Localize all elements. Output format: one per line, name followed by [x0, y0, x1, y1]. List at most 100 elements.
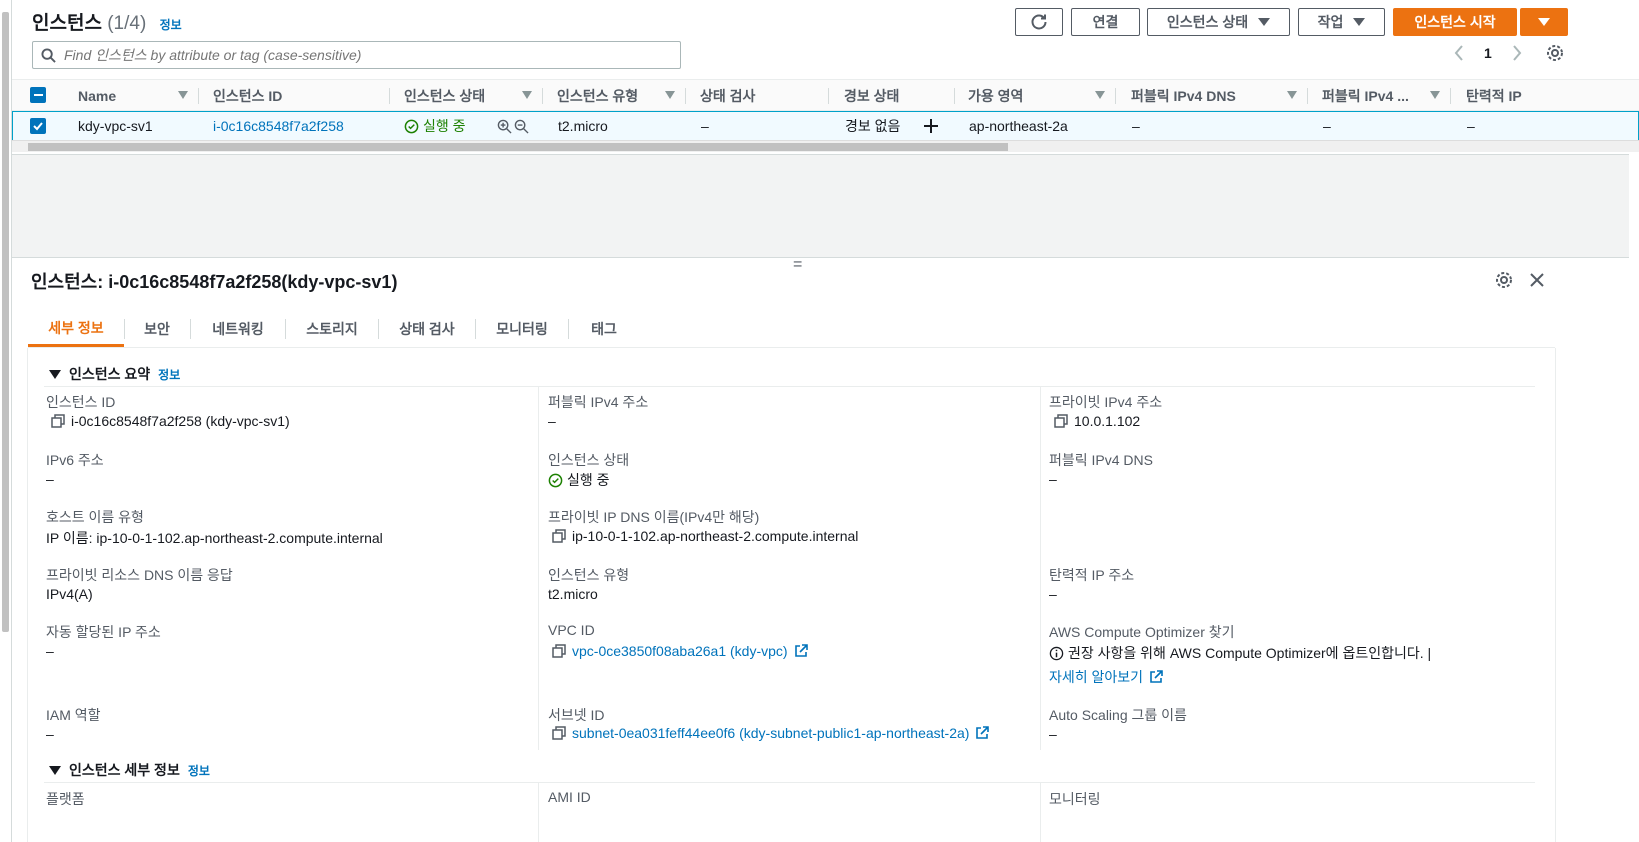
tab-tags[interactable]: 태그	[569, 311, 639, 347]
panel-splitter[interactable]	[12, 257, 1629, 258]
vpc-id-link[interactable]: vpc-0ce3850f08aba26a1 (kdy-vpc)	[572, 643, 788, 659]
row-checkbox[interactable]	[30, 118, 46, 134]
elastic-ip-value: –	[1049, 586, 1057, 602]
column-divider[interactable]	[954, 88, 955, 104]
column-divider[interactable]	[198, 88, 199, 104]
column-header-availability-zone[interactable]: 가용 영역	[968, 80, 1115, 112]
column-divider[interactable]	[389, 88, 390, 104]
subnet-id-link[interactable]: subnet-0ea031feff44ee0f6 (kdy-subnet-pub…	[572, 725, 969, 741]
column-header-public-ipv4[interactable]: 퍼블릭 IPv4 ...	[1322, 80, 1450, 112]
check-icon	[33, 122, 43, 131]
column-header-alarm-status[interactable]: 경보 상태	[844, 80, 954, 112]
column-header-instance-state[interactable]: 인스턴스 상태	[404, 80, 542, 112]
chevron-left-icon[interactable]	[1454, 45, 1464, 61]
external-link-icon[interactable]	[794, 644, 808, 658]
cell-instance-id-link[interactable]: i-0c16c8548f7a2f258	[213, 112, 344, 140]
column-divider[interactable]	[828, 88, 829, 104]
outer-scrollbar[interactable]	[0, 0, 12, 842]
tab-networking[interactable]: 네트워킹	[191, 311, 285, 347]
horizontal-scrollbar-thumb[interactable]	[28, 143, 1008, 151]
empty-table-area	[12, 154, 1629, 257]
sort-icon[interactable]	[1287, 91, 1297, 99]
column-label: 인스턴스 상태	[404, 88, 486, 104]
actions-dropdown-label: 작업	[1317, 14, 1344, 30]
add-alarm-button[interactable]	[923, 112, 939, 140]
cell-alarm-status: 경보 없음	[845, 118, 901, 134]
column-divider	[538, 783, 539, 842]
instance-details-toggle[interactable]: 인스턴스 세부 정보 정보	[49, 760, 210, 780]
learn-more-link[interactable]: 자세히 알아보기	[1049, 667, 1163, 687]
refresh-button[interactable]	[1015, 8, 1063, 36]
column-divider[interactable]	[1450, 88, 1451, 104]
settings-icon[interactable]	[1546, 44, 1564, 62]
sort-icon[interactable]	[1095, 91, 1105, 99]
table-horizontal-scrollbar[interactable]	[12, 140, 1639, 152]
subnet-id-value: subnet-0ea031feff44ee0f6 (kdy-subnet-pub…	[552, 725, 990, 741]
sort-icon[interactable]	[1430, 91, 1440, 99]
column-header-instance-id[interactable]: 인스턴스 ID	[213, 80, 389, 112]
sort-icon[interactable]	[178, 91, 188, 99]
column-header-status-check[interactable]: 상태 검사	[700, 80, 828, 112]
column-divider[interactable]	[1115, 88, 1116, 104]
column-label: 퍼블릭 IPv4 DNS	[1131, 88, 1236, 104]
column-header-name[interactable]: Name	[78, 80, 198, 112]
public-ipv4-value: –	[548, 413, 556, 429]
column-divider[interactable]	[1307, 88, 1308, 104]
instance-summary-toggle[interactable]: 인스턴스 요약 정보	[49, 364, 180, 384]
instance-state-dropdown-label: 인스턴스 상태	[1166, 14, 1249, 30]
zoom-out-icon[interactable]	[514, 119, 529, 134]
actions-dropdown[interactable]: 작업	[1298, 8, 1385, 36]
instance-state-dropdown[interactable]: 인스턴스 상태	[1147, 8, 1290, 36]
select-all-checkbox[interactable]	[30, 87, 46, 103]
column-header-elastic-ip[interactable]: 탄력적 IP	[1466, 80, 1586, 112]
section-divider	[44, 386, 1535, 387]
instances-table: Name 인스턴스 ID 인스턴스 상태 인스턴스 유형 상태 검사 경보 상태…	[12, 79, 1639, 141]
chevron-right-icon[interactable]	[1512, 45, 1522, 61]
column-label: 가용 영역	[968, 88, 1024, 104]
field-label: 모니터링	[1049, 791, 1101, 807]
connect-button[interactable]: 연결	[1071, 8, 1140, 36]
info-link[interactable]: 정보	[188, 762, 210, 779]
info-link[interactable]: 정보	[158, 366, 180, 383]
field-label: VPC ID	[548, 622, 595, 638]
settings-icon[interactable]	[1495, 271, 1513, 289]
copy-icon[interactable]	[1054, 414, 1068, 428]
outer-scrollbar-thumb[interactable]	[2, 12, 9, 632]
column-header-instance-type[interactable]: 인스턴스 유형	[557, 80, 685, 112]
external-link-icon[interactable]	[975, 726, 990, 740]
detail-title-prefix: 인스턴스:	[31, 272, 104, 292]
tab-monitoring[interactable]: 모니터링	[476, 311, 568, 347]
close-icon[interactable]	[1530, 273, 1544, 287]
tab-storage[interactable]: 스토리지	[286, 311, 378, 347]
column-divider[interactable]	[542, 88, 543, 104]
search-input[interactable]	[64, 47, 644, 63]
launch-dropdown-button[interactable]	[1520, 8, 1568, 36]
page-title: 인스턴스 (1/4) 정보	[32, 8, 182, 35]
instance-state-value: 실행 중	[548, 470, 610, 490]
copy-icon[interactable]	[552, 726, 566, 740]
resize-handle-icon[interactable]: =	[793, 256, 802, 274]
external-link-icon[interactable]	[1149, 670, 1163, 684]
learn-more-text[interactable]: 자세히 알아보기	[1049, 667, 1143, 687]
zoom-controls	[497, 112, 529, 140]
copy-icon[interactable]	[552, 644, 566, 658]
info-link[interactable]: 정보	[160, 18, 182, 32]
table-header: Name 인스턴스 ID 인스턴스 상태 인스턴스 유형 상태 검사 경보 상태…	[12, 79, 1639, 111]
launch-instances-button[interactable]: 인스턴스 시작	[1393, 8, 1517, 36]
sort-icon[interactable]	[522, 91, 532, 99]
section-heading: 인스턴스 요약	[69, 366, 151, 382]
tab-security[interactable]: 보안	[125, 311, 189, 347]
zoom-in-icon[interactable]	[497, 119, 512, 134]
copy-icon[interactable]	[552, 529, 566, 543]
status-ok-icon	[548, 473, 563, 487]
copy-icon[interactable]	[51, 414, 65, 428]
tab-status-checks[interactable]: 상태 검사	[379, 311, 475, 347]
table-row[interactable]: kdy-vpc-sv1 i-0c16c8548f7a2f258 실행 중 t2.…	[12, 111, 1639, 141]
tab-details[interactable]: 세부 정보	[28, 311, 124, 347]
column-divider[interactable]	[685, 88, 686, 104]
page-title-text: 인스턴스	[32, 13, 102, 34]
search-bar[interactable]	[32, 41, 681, 69]
sort-icon[interactable]	[665, 91, 675, 99]
column-header-public-dns[interactable]: 퍼블릭 IPv4 DNS	[1131, 80, 1307, 112]
page-number[interactable]: 1	[1484, 45, 1492, 61]
